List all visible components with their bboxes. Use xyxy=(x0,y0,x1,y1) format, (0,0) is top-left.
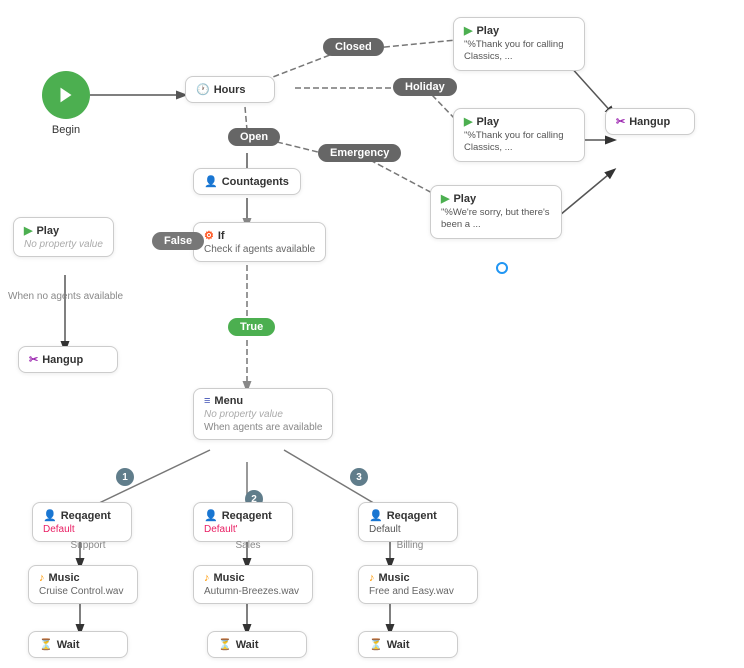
emergency-pill[interactable]: Emergency xyxy=(318,144,401,162)
true-pill[interactable]: True xyxy=(228,318,275,336)
reqagent2-node[interactable]: 👤 Reqagent Default' xyxy=(193,502,293,542)
wait1-node[interactable]: ⏳ Wait xyxy=(28,631,128,658)
begin-node[interactable] xyxy=(42,71,90,119)
menu-icon: ≡ xyxy=(204,395,210,407)
sales-label: Sales xyxy=(208,540,288,551)
reqagent2-icon: 👤 xyxy=(204,509,218,522)
play1-node[interactable]: ▶ Play No property value xyxy=(13,217,114,257)
begin-label: Begin xyxy=(42,124,90,136)
hangup-right-icon: ✂ xyxy=(616,115,625,128)
music2-node[interactable]: ♪ Music Autumn-Breezes.wav xyxy=(193,565,313,604)
music1-icon: ♪ xyxy=(39,572,45,584)
wait2-node[interactable]: ⏳ Wait xyxy=(207,631,307,658)
badge-1: 1 xyxy=(116,468,134,486)
hangup-right-node[interactable]: ✂ Hangup xyxy=(605,108,695,135)
open-pill[interactable]: Open xyxy=(228,128,280,146)
music1-node[interactable]: ♪ Music Cruise Control.wav xyxy=(28,565,138,604)
closed-pill[interactable]: Closed xyxy=(323,38,384,56)
clock-icon: 🕐 xyxy=(196,83,210,96)
billing-label: Billing xyxy=(370,540,450,551)
wait1-icon: ⏳ xyxy=(39,638,53,651)
wait2-icon: ⏳ xyxy=(218,638,232,651)
reqagent3-icon: 👤 xyxy=(369,509,383,522)
music2-icon: ♪ xyxy=(204,572,210,584)
badge-3: 3 xyxy=(350,468,368,486)
wait3-node[interactable]: ⏳ Wait xyxy=(358,631,458,658)
play-icon: ▶ xyxy=(24,224,32,237)
if-node[interactable]: ⚙ If Check if agents available xyxy=(193,222,326,262)
play-closed-node[interactable]: ▶ Play "%Thank you for calling Classics,… xyxy=(453,17,585,71)
hangup1-node[interactable]: ✂ Hangup xyxy=(18,346,118,373)
play-emergency-node[interactable]: ▶ Play "%We're sorry, but there's been a… xyxy=(430,185,562,239)
hours-node[interactable]: 🕐 Hours xyxy=(185,76,275,103)
if-icon: ⚙ xyxy=(204,229,214,242)
reqagent1-icon: 👤 xyxy=(43,509,57,522)
menu-node[interactable]: ≡ Menu No property value When agents are… xyxy=(193,388,333,440)
false-pill[interactable]: False xyxy=(152,232,204,250)
no-agents-label: When no agents available xyxy=(8,291,128,302)
reqagent1-node[interactable]: 👤 Reqagent Default xyxy=(32,502,132,542)
agent-icon: 👤 xyxy=(204,175,218,188)
holiday-pill[interactable]: Holiday xyxy=(393,78,457,96)
play-emergency-icon: ▶ xyxy=(441,192,449,205)
countagents-node[interactable]: 👤 Countagents xyxy=(193,168,301,195)
play-holiday-node[interactable]: ▶ Play "%Thank you for calling Classics,… xyxy=(453,108,585,162)
wait3-icon: ⏳ xyxy=(369,638,383,651)
hangup1-icon: ✂ xyxy=(29,353,38,366)
connector-circle xyxy=(496,262,508,274)
reqagent3-node[interactable]: 👤 Reqagent Default xyxy=(358,502,458,542)
play-holiday-icon: ▶ xyxy=(464,115,472,128)
music3-icon: ♪ xyxy=(369,572,375,584)
support-label: Support xyxy=(48,540,128,551)
music3-node[interactable]: ♪ Music Free and Easy.wav xyxy=(358,565,478,604)
play-closed-icon: ▶ xyxy=(464,24,472,37)
